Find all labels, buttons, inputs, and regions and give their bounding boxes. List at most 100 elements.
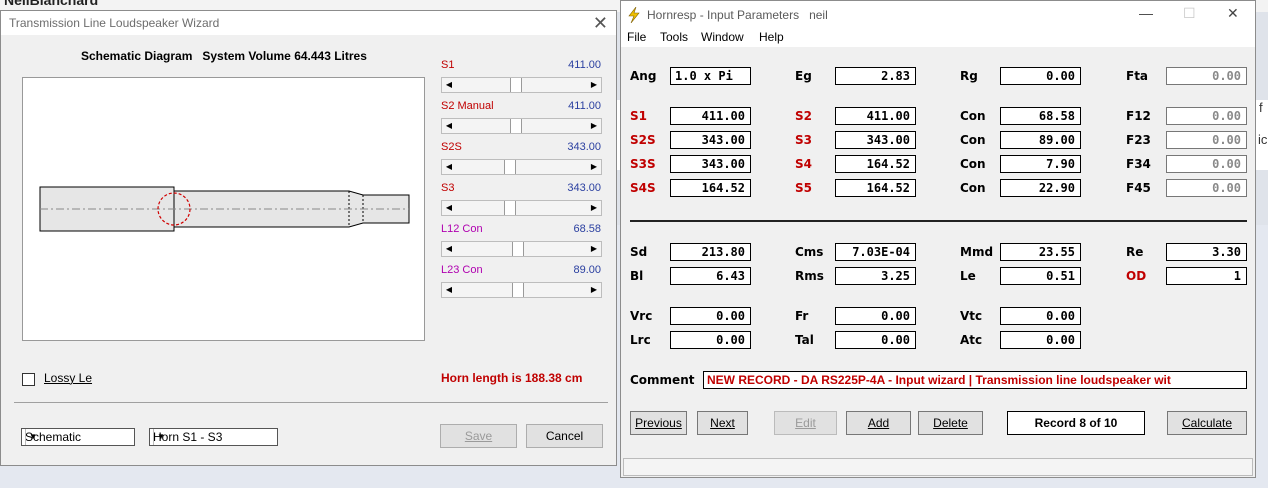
param-field[interactable]: 0.00 xyxy=(670,307,751,325)
param-label: Vtc xyxy=(960,309,983,323)
param-field[interactable]: 0.51 xyxy=(1000,267,1081,285)
edit-button[interactable]: Edit xyxy=(774,411,837,435)
view-select[interactable]: Schematic ▼ xyxy=(21,428,135,446)
scroll-right-icon[interactable]: ▶ xyxy=(587,201,601,215)
calculate-button-label: Calculate xyxy=(1181,416,1233,430)
param-label: Con xyxy=(960,109,986,123)
scroll-left-icon[interactable]: ◀ xyxy=(442,160,456,174)
hornresp-titlebar: Hornresp - Input Parameters neil — ☐ ✕ xyxy=(621,1,1255,29)
param-label: S5 xyxy=(795,181,812,195)
background-fragment: f xyxy=(1259,100,1263,115)
param-field[interactable]: 0.00 xyxy=(835,307,916,325)
param-field[interactable]: 164.52 xyxy=(670,179,751,197)
param-field[interactable]: 164.52 xyxy=(835,155,916,173)
param-field[interactable]: 0.00 xyxy=(1166,67,1247,85)
scroll-right-icon[interactable]: ▶ xyxy=(587,160,601,174)
add-button[interactable]: Add xyxy=(846,411,911,435)
slider-thumb[interactable] xyxy=(512,283,524,297)
slider-thumb[interactable] xyxy=(504,201,516,215)
comment-label: Comment xyxy=(630,373,695,387)
param-label: Rg xyxy=(960,69,978,83)
param-field[interactable]: 7.90 xyxy=(1000,155,1081,173)
param-field[interactable]: 68.58 xyxy=(1000,107,1081,125)
scroll-left-icon[interactable]: ◀ xyxy=(442,119,456,133)
background-title: NeilBlanchard xyxy=(4,0,99,8)
scroll-left-icon[interactable]: ◀ xyxy=(442,78,456,92)
slider-value: 343.00 xyxy=(567,141,601,153)
minimize-icon[interactable]: — xyxy=(1139,5,1153,21)
maximize-icon[interactable]: ☐ xyxy=(1183,5,1196,22)
param-field[interactable]: 0.00 xyxy=(1166,131,1247,149)
close-icon[interactable]: ✕ xyxy=(593,13,608,34)
lightning-icon xyxy=(628,7,640,23)
scroll-left-icon[interactable]: ◀ xyxy=(442,242,456,256)
param-field[interactable]: 1.0 x Pi xyxy=(670,67,751,85)
menu-file[interactable]: File xyxy=(627,30,646,44)
slider-scrollbar[interactable]: ◀ ▶ xyxy=(441,241,602,257)
scroll-right-icon[interactable]: ▶ xyxy=(587,283,601,297)
param-field[interactable]: 411.00 xyxy=(670,107,751,125)
transmission-line-schematic xyxy=(39,186,410,232)
param-field[interactable]: 411.00 xyxy=(835,107,916,125)
param-field[interactable]: 343.00 xyxy=(670,131,751,149)
param-label: S4S xyxy=(630,181,656,195)
param-field[interactable]: 213.80 xyxy=(670,243,751,261)
param-field[interactable]: 1 xyxy=(1166,267,1247,285)
slider-thumb[interactable] xyxy=(512,242,524,256)
slider-thumb[interactable] xyxy=(510,78,522,92)
divider xyxy=(14,402,608,403)
scroll-right-icon[interactable]: ▶ xyxy=(587,78,601,92)
slider-scrollbar[interactable]: ◀ ▶ xyxy=(441,118,602,134)
scroll-right-icon[interactable]: ▶ xyxy=(587,242,601,256)
slider-thumb[interactable] xyxy=(504,160,516,174)
slider-label: S3 xyxy=(441,182,455,194)
param-field[interactable]: 22.90 xyxy=(1000,179,1081,197)
slider-scrollbar[interactable]: ◀ ▶ xyxy=(441,200,602,216)
slider-scrollbar[interactable]: ◀ ▶ xyxy=(441,77,602,93)
param-field[interactable]: 0.00 xyxy=(1000,307,1081,325)
menu-tools[interactable]: Tools xyxy=(660,30,688,44)
param-field[interactable]: 23.55 xyxy=(1000,243,1081,261)
scroll-right-icon[interactable]: ▶ xyxy=(587,119,601,133)
param-field[interactable]: 89.00 xyxy=(1000,131,1081,149)
param-field[interactable]: 2.83 xyxy=(835,67,916,85)
add-button-label: Add xyxy=(867,416,890,430)
save-button[interactable]: Save xyxy=(440,424,517,448)
param-field[interactable]: 3.25 xyxy=(835,267,916,285)
comment-field[interactable]: NEW RECORD - DA RS225P-4A - Input wizard… xyxy=(703,371,1247,389)
param-field[interactable]: 3.30 xyxy=(1166,243,1247,261)
param-field[interactable]: 7.03E-04 xyxy=(835,243,916,261)
previous-button[interactable]: Previous xyxy=(630,411,687,435)
param-field[interactable]: 164.52 xyxy=(835,179,916,197)
slider-scrollbar[interactable]: ◀ ▶ xyxy=(441,159,602,175)
param-label: Vrc xyxy=(630,309,653,323)
scroll-left-icon[interactable]: ◀ xyxy=(442,283,456,297)
menu-help[interactable]: Help xyxy=(759,30,784,44)
param-label: Atc xyxy=(960,333,983,347)
param-field[interactable]: 0.00 xyxy=(670,331,751,349)
slider-label: L23 Con xyxy=(441,264,483,276)
slider-thumb[interactable] xyxy=(510,119,522,133)
param-field[interactable]: 0.00 xyxy=(835,331,916,349)
delete-button[interactable]: Delete xyxy=(918,411,983,435)
close-icon[interactable]: ✕ xyxy=(1227,5,1239,22)
param-field[interactable]: 343.00 xyxy=(835,131,916,149)
lossy-le-checkbox[interactable] xyxy=(22,373,35,386)
param-label: Fr xyxy=(795,309,809,323)
param-field[interactable]: 0.00 xyxy=(1000,67,1081,85)
slider-value: 89.00 xyxy=(573,264,601,276)
param-field[interactable]: 0.00 xyxy=(1166,179,1247,197)
param-field[interactable]: 0.00 xyxy=(1166,107,1247,125)
param-field[interactable]: 0.00 xyxy=(1000,331,1081,349)
menu-window[interactable]: Window xyxy=(701,30,744,44)
horn-select[interactable]: Horn S1 - S3 ▼ xyxy=(149,428,278,446)
slider-scrollbar[interactable]: ◀ ▶ xyxy=(441,282,602,298)
next-button[interactable]: Next xyxy=(697,411,748,435)
param-field[interactable]: 0.00 xyxy=(1166,155,1247,173)
cancel-button[interactable]: Cancel xyxy=(526,424,603,448)
slider-value: 411.00 xyxy=(568,59,601,71)
param-field[interactable]: 6.43 xyxy=(670,267,751,285)
scroll-left-icon[interactable]: ◀ xyxy=(442,201,456,215)
calculate-button[interactable]: Calculate xyxy=(1167,411,1247,435)
param-field[interactable]: 343.00 xyxy=(670,155,751,173)
